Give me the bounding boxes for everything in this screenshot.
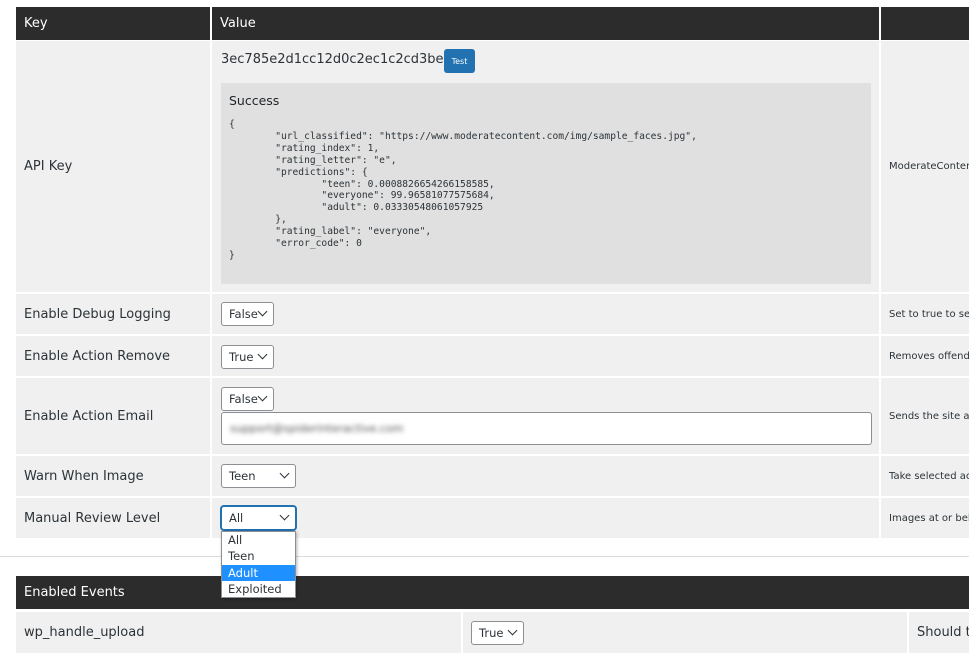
email-select[interactable]: False <box>221 387 274 411</box>
label: API Key <box>24 159 73 174</box>
email-value: support@spiderinteractive.com <box>230 422 404 435</box>
debug-select[interactable]: False <box>221 302 274 326</box>
select-value: All <box>229 511 244 525</box>
api-key-value: 3ec785e2d1cc12d0c2ec1c2cd3be4cbe <box>221 52 476 67</box>
column-header-description <box>881 7 969 40</box>
option-all[interactable]: All <box>222 532 295 548</box>
test-button[interactable]: Test <box>444 49 475 73</box>
column-header-value: Value <box>212 7 879 40</box>
option-adult[interactable]: Adult <box>222 564 295 581</box>
column-header-key: Key <box>16 7 210 40</box>
result-title: Success <box>229 93 280 108</box>
chevron-down-icon <box>279 468 290 479</box>
manual-select[interactable]: All <box>221 506 296 530</box>
remove-desc: Removes offending <box>881 336 969 376</box>
event-cell <box>463 612 907 653</box>
chevron-down-icon <box>257 349 268 360</box>
remove-label: Enable Action Remove <box>16 336 210 376</box>
select-value: False <box>229 307 258 321</box>
events-header: Enabled Events <box>16 576 969 609</box>
select-value: False <box>229 392 258 406</box>
chevron-down-icon <box>507 625 518 636</box>
email-desc: Sends the site adm <box>881 378 969 454</box>
api-key-desc: ModerateContent.A <box>881 41 969 292</box>
event-desc: Should th <box>909 612 969 653</box>
event-select[interactable]: True <box>471 621 524 645</box>
manual-cell <box>212 498 879 538</box>
select-value: True <box>229 350 254 364</box>
warn-label: Warn When Image <box>16 456 210 496</box>
header-label: Value <box>220 16 256 31</box>
remove-select[interactable]: True <box>221 345 274 369</box>
chevron-down-icon <box>257 391 268 402</box>
debug-desc: Set to true to see d <box>881 294 969 334</box>
email-input[interactable]: support@spiderinteractive.com <box>221 412 872 445</box>
header-label: Enabled Events <box>24 585 125 600</box>
result-json: { "url_classified": "https://www.moderat… <box>229 119 697 261</box>
debug-label: Enable Debug Logging <box>16 294 210 334</box>
header-label: Key <box>24 16 48 31</box>
test-result-panel: Success { "url_classified": "https://www… <box>221 83 871 284</box>
chevron-down-icon <box>257 306 268 317</box>
api-key-label: API Key <box>16 41 210 292</box>
chevron-down-icon <box>279 510 290 521</box>
manual-desc: Images at or below <box>881 498 969 538</box>
event-label: wp_handle_upload <box>16 612 461 653</box>
divider <box>0 556 969 557</box>
remove-cell <box>212 336 879 376</box>
select-value: True <box>479 626 504 640</box>
manual-review-dropdown: All Teen Adult Exploited <box>221 531 296 599</box>
option-exploited[interactable]: Exploited <box>222 581 295 597</box>
select-value: Teen <box>229 469 256 483</box>
email-label: Enable Action Email <box>16 378 210 454</box>
manual-label: Manual Review Level <box>16 498 210 538</box>
warn-cell <box>212 456 879 496</box>
warn-desc: Take selected actio <box>881 456 969 496</box>
warn-select[interactable]: Teen <box>221 464 296 488</box>
option-teen[interactable]: Teen <box>222 548 295 564</box>
debug-cell <box>212 294 879 334</box>
